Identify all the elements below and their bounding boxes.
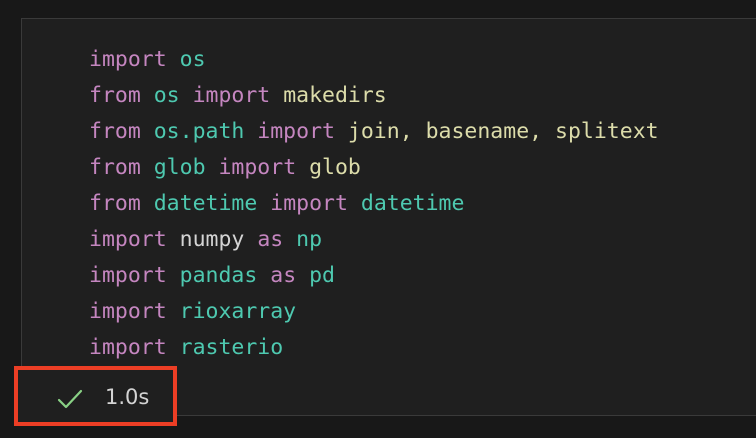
code-token: import (218, 155, 297, 180)
code-token: os.path (153, 119, 245, 144)
code-line: import rioxarray (89, 294, 659, 330)
execution-time: 1.0s (105, 385, 150, 409)
code-token: join, basename, splitext (347, 119, 659, 144)
code-token: from (89, 119, 141, 144)
code-line: import numpy as np (89, 222, 659, 258)
code-line: from os.path import join, basename, spli… (89, 114, 659, 150)
code-token: os (179, 47, 206, 72)
code-token: import (192, 83, 271, 108)
code-token: as (257, 227, 284, 252)
code-token: import (270, 191, 348, 216)
code-token: import (257, 119, 335, 144)
code-line: from os import makedirs (89, 78, 659, 114)
code-token: from (89, 191, 141, 216)
code-token: import (89, 299, 167, 324)
code-token: pandas (179, 263, 258, 288)
code-token: rasterio (179, 335, 284, 360)
code-line: from datetime import datetime (89, 186, 659, 222)
code-line: from glob import glob (89, 150, 659, 186)
code-token: np (296, 227, 323, 252)
code-token: datetime (360, 191, 465, 216)
execution-status-highlight: 1.0s (14, 366, 177, 426)
code-token: makedirs (283, 83, 387, 108)
code-token: import (89, 335, 167, 360)
code-editor[interactable]: import os from os import makedirs from os.… (89, 42, 659, 366)
code-token: as (270, 263, 297, 288)
code-token: glob (309, 155, 361, 180)
code-line: import os (89, 42, 659, 78)
code-token: from (89, 83, 141, 108)
code-token: from (89, 155, 141, 180)
code-line: import pandas as pd (89, 258, 659, 294)
code-token: glob (153, 155, 206, 180)
checkmark-icon (57, 389, 83, 409)
code-token: import (89, 47, 167, 72)
code-token: numpy (179, 227, 245, 252)
code-line: import rasterio (89, 330, 659, 366)
code-token: import (89, 227, 167, 252)
code-token: import (89, 263, 167, 288)
code-token: pd (309, 263, 335, 288)
code-token: rioxarray (179, 299, 297, 324)
code-token: os (153, 83, 180, 108)
code-token: datetime (153, 191, 258, 216)
